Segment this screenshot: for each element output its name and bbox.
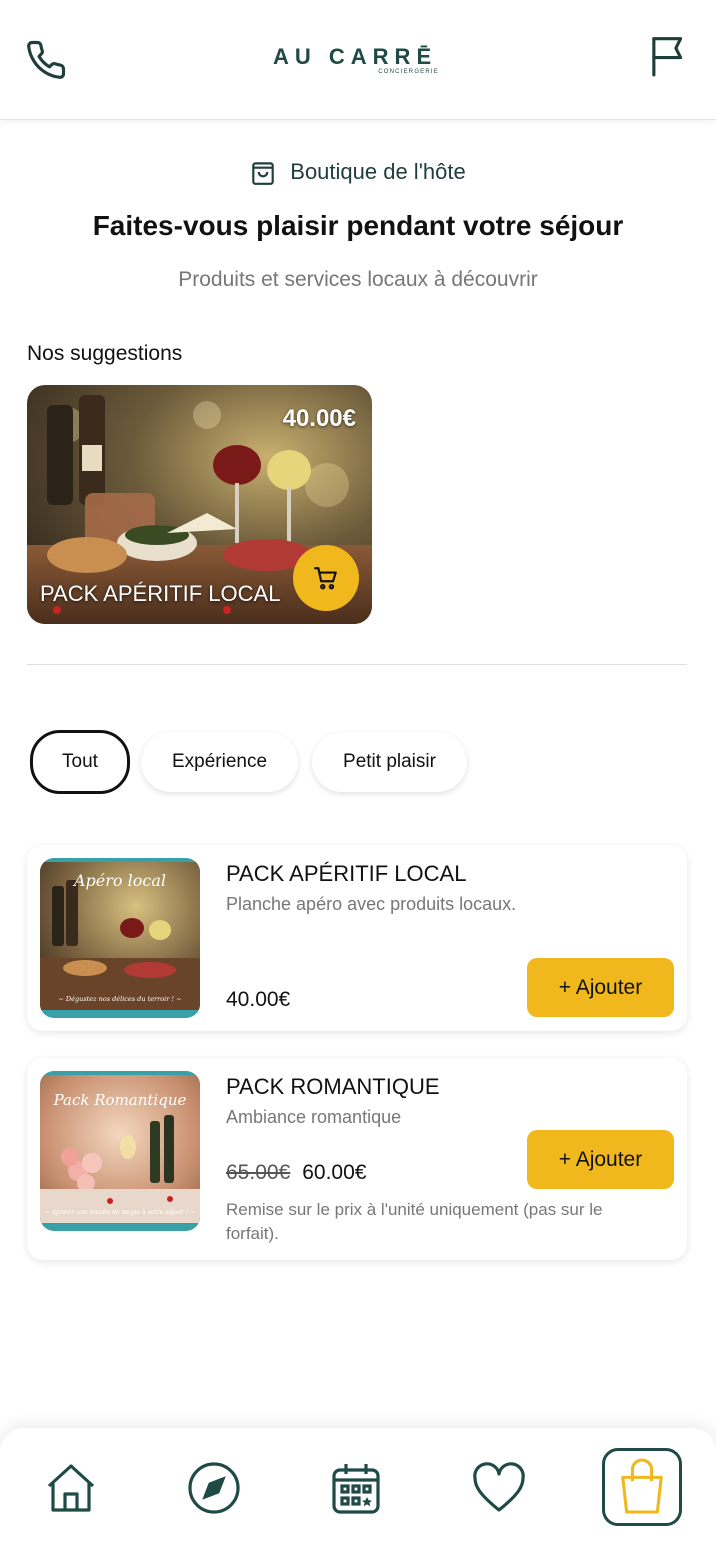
filter-chip-experience[interactable]: Expérience xyxy=(141,732,298,792)
product-image-tagline: ~ Ajoutez une touche de magie à votre sé… xyxy=(45,1209,196,1216)
product-image-title: Pack Romantique xyxy=(53,1091,187,1109)
add-button[interactable]: + Ajouter xyxy=(527,1130,674,1189)
add-to-cart-button[interactable] xyxy=(293,545,359,611)
heart-icon xyxy=(473,1462,525,1512)
suggestion-name: PACK APÉRITIF LOCAL xyxy=(40,581,281,606)
nav-favorites[interactable] xyxy=(469,1458,529,1518)
suggestion-card[interactable]: 40.00€ PACK APÉRITIF LOCAL xyxy=(27,385,372,624)
shopping-bag-icon xyxy=(252,162,275,185)
product-image: Pack Romantique ~ Ajoutez une touche de … xyxy=(40,1071,200,1231)
filter-chip-tout[interactable]: Tout xyxy=(30,730,130,794)
product-image: Apéro local ~ Dégustez nos délices du te… xyxy=(40,858,200,1018)
shopping-bag-icon xyxy=(621,1458,663,1514)
product-name: PACK APÉRITIF LOCAL xyxy=(226,861,467,886)
logo-text: AU CARRĒ xyxy=(273,44,438,69)
phone-icon xyxy=(27,40,66,79)
nav-shop[interactable] xyxy=(602,1448,682,1526)
product-image-title: Apéro local xyxy=(72,871,166,890)
calendar-icon xyxy=(332,1464,380,1514)
home-icon xyxy=(47,1464,95,1512)
product-price: 60.00€ xyxy=(302,1161,367,1184)
logo-subtext: CONCIERGERIE xyxy=(378,69,439,75)
page-subtitle: Produits et services locaux à découvrir xyxy=(178,268,538,291)
phone-button[interactable] xyxy=(24,38,68,82)
nav-explore[interactable] xyxy=(184,1458,244,1518)
nav-bookings[interactable] xyxy=(326,1458,386,1518)
flag-icon xyxy=(652,37,683,77)
product-description: Ambiance romantique xyxy=(226,1107,402,1127)
product-price-group: 65.00€ 60.00€ xyxy=(226,1161,366,1185)
bottom-navigation xyxy=(0,1428,716,1548)
product-card[interactable]: Apéro local ~ Dégustez nos délices du te… xyxy=(27,845,687,1031)
filter-chip-petit-plaisir[interactable]: Petit plaisir xyxy=(312,732,467,792)
add-button[interactable]: + Ajouter xyxy=(527,958,674,1017)
shop-tag: Boutique de l'hôte xyxy=(0,158,716,186)
suggestion-price: 40.00€ xyxy=(282,405,356,432)
product-old-price: 65.00€ xyxy=(226,1161,291,1184)
brand-logo: AU CARRĒ CONCIERGERIE xyxy=(273,44,443,80)
top-header: AU CARRĒ CONCIERGERIE xyxy=(0,0,716,120)
product-note: Remise sur le prix à l'unité uniquement … xyxy=(226,1200,603,1243)
product-description: Planche apéro avec produits locaux. xyxy=(226,894,517,914)
shop-tag-label: Boutique de l'hôte xyxy=(290,159,466,184)
language-button[interactable] xyxy=(646,34,690,78)
product-name: PACK ROMANTIQUE xyxy=(226,1074,440,1099)
compass-icon xyxy=(188,1462,240,1514)
section-divider xyxy=(27,664,687,665)
suggestions-label: Nos suggestions xyxy=(27,342,183,365)
product-card[interactable]: Pack Romantique ~ Ajoutez une touche de … xyxy=(27,1058,687,1260)
cart-icon xyxy=(314,567,337,590)
product-price: 40.00€ xyxy=(226,988,291,1011)
nav-home[interactable] xyxy=(41,1458,101,1518)
page-title: Faites-vous plaisir pendant votre séjour xyxy=(92,210,624,241)
product-image-tagline: ~ Dégustez nos délices du terroir ! ~ xyxy=(58,995,181,1003)
